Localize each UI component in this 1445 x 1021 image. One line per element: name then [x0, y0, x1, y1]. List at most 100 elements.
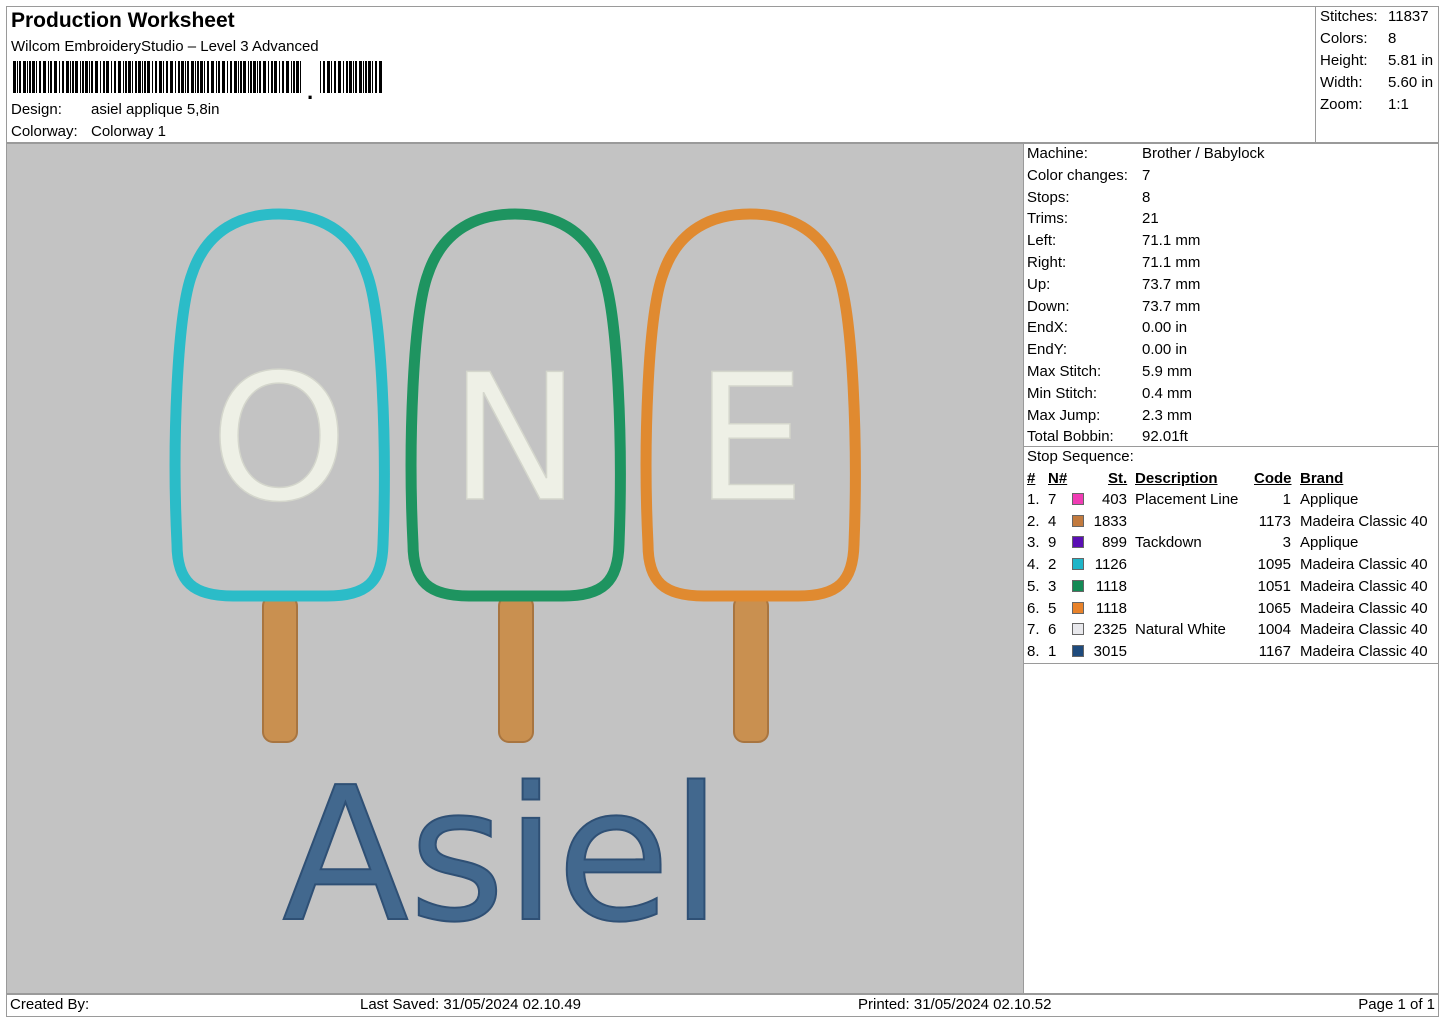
colorway-row: Colorway: Colorway 1	[11, 123, 166, 140]
needle-number: 7	[1048, 491, 1057, 508]
info-label: Max Stitch:	[1027, 363, 1102, 380]
design-label: Design:	[11, 101, 62, 118]
info-label: EndY:	[1027, 341, 1068, 359]
stitch-count: 1126	[1094, 556, 1127, 574]
stat-stitches: Stitches: 11837	[1320, 8, 1429, 25]
color-swatch	[1072, 536, 1084, 549]
col-header-num: #	[1027, 470, 1036, 487]
thread-code: 3	[1282, 534, 1291, 552]
info-row: Left: 71.1 mm	[1027, 232, 1200, 249]
row-number: 8.	[1027, 642, 1040, 660]
stat-label: Colors:	[1320, 30, 1368, 47]
thread-code: 1	[1282, 491, 1291, 508]
stat-label: Width:	[1320, 74, 1363, 91]
info-row: Machine: Brother / Babylock	[1027, 145, 1265, 162]
stop-sequence-title: Stop Sequence:	[1027, 448, 1134, 465]
stitch-count: 403	[1101, 491, 1127, 508]
printed-date: Printed: 31/05/2024 02.10.52	[858, 996, 1052, 1013]
info-label: Machine:	[1027, 145, 1088, 162]
stitch-count: 1833	[1093, 512, 1127, 530]
machine-info-panel: Machine: Brother / Babylock Color changes:…	[1023, 143, 1439, 995]
stitch-count: 1118	[1095, 577, 1127, 595]
header-main: Production Worksheet Wilcom EmbroiderySt…	[7, 7, 1315, 142]
stat-value: 5.81 in	[1388, 52, 1434, 69]
color-swatch	[1072, 579, 1084, 592]
software-name: Wilcom EmbroideryStudio – Level 3 Advanc…	[11, 38, 319, 55]
stat-zoom: Zoom: 1:1	[1320, 96, 1409, 113]
thread-brand: Madeira Classic 40	[1300, 556, 1428, 574]
design-letter-o: O	[210, 338, 348, 541]
needle-number: 3	[1048, 577, 1057, 595]
row-number: 4.	[1027, 556, 1040, 574]
info-row: Right: 71.1 mm	[1027, 254, 1200, 271]
thread-code: 1173	[1258, 512, 1291, 530]
design-preview: O N E Asiel	[6, 143, 1024, 995]
thread-description: Placement Line	[1135, 491, 1239, 508]
needle-number: 9	[1048, 534, 1057, 552]
info-row: Down: 73.7 mm	[1027, 298, 1200, 315]
info-row: Trims: 21	[1027, 210, 1159, 227]
info-label: Trims:	[1027, 210, 1069, 228]
barcode-icon: ,	[13, 61, 382, 99]
info-value: Brother / Babylock	[1142, 145, 1265, 162]
thread-brand: Madeira Classic 40	[1300, 599, 1428, 617]
info-value: 71.1 mm	[1142, 232, 1201, 250]
stat-width: Width: 5.60 in	[1320, 74, 1433, 91]
info-value: 73.7 mm	[1142, 275, 1201, 293]
col-header-n: N#	[1048, 470, 1068, 487]
divider	[1024, 663, 1438, 664]
info-row: Color changes: 7	[1027, 167, 1150, 184]
info-row: EndY: 0.00 in	[1027, 341, 1187, 358]
info-label: EndX:	[1027, 319, 1068, 337]
stitch-count: 3015	[1093, 642, 1127, 660]
design-value: asiel applique 5,8in	[91, 101, 220, 118]
info-row: Min Stitch: 0.4 mm	[1027, 385, 1192, 402]
info-row: EndX: 0.00 in	[1027, 319, 1187, 336]
popsicle-stick	[498, 595, 534, 743]
thread-code: 1095	[1257, 556, 1291, 574]
design-row: Design: asiel applique 5,8in	[11, 101, 219, 118]
stitch-count: 2325	[1093, 621, 1127, 639]
stitch-count: 1118	[1095, 599, 1127, 617]
design-name: Asiel	[282, 747, 722, 963]
info-value: 7	[1142, 166, 1151, 184]
info-label: Right:	[1027, 254, 1067, 271]
info-value: 71.1 mm	[1142, 254, 1201, 271]
thread-brand: Madeira Classic 40	[1300, 577, 1428, 595]
info-row: Total Bobbin: 92.01ft	[1027, 428, 1188, 445]
info-row: Stops: 8	[1027, 189, 1150, 206]
needle-number: 4	[1048, 512, 1057, 530]
info-row: Max Stitch: 5.9 mm	[1027, 363, 1192, 380]
info-value: 5.9 mm	[1142, 363, 1193, 380]
row-number: 7.	[1027, 621, 1040, 639]
design-stats: Stitches: 11837 Colors: 8 Height: 5.81 in W…	[1315, 7, 1440, 142]
thread-code: 1051	[1257, 577, 1291, 595]
stat-value: 11837	[1388, 8, 1429, 25]
row-number: 2.	[1027, 512, 1040, 530]
col-header-st: St.	[1108, 470, 1128, 487]
info-value: 21	[1142, 210, 1159, 228]
page-number: Page 1 of 1	[1358, 996, 1435, 1013]
last-saved: Last Saved: 31/05/2024 02.10.49	[360, 996, 582, 1013]
info-value: 2.3 mm	[1142, 406, 1193, 424]
thread-code: 1065	[1257, 599, 1291, 617]
color-swatch	[1072, 601, 1084, 614]
info-label: Total Bobbin:	[1027, 428, 1114, 446]
info-value: 73.7 mm	[1142, 297, 1201, 315]
popsicle-stick	[733, 595, 769, 743]
info-label: Stops:	[1027, 188, 1070, 206]
thread-code: 1167	[1258, 642, 1291, 660]
needle-number: 6	[1048, 621, 1057, 639]
popsicle-stick	[262, 595, 298, 743]
row-number: 1.	[1027, 491, 1040, 508]
row-number: 5.	[1027, 577, 1040, 595]
row-number: 6.	[1027, 599, 1040, 617]
row-number: 3.	[1027, 534, 1040, 552]
col-header-code: Code	[1254, 470, 1292, 487]
info-label: Min Stitch:	[1027, 384, 1098, 402]
stat-label: Zoom:	[1320, 96, 1363, 113]
stat-height: Height: 5.81 in	[1320, 52, 1433, 69]
thread-brand: Madeira Classic 40	[1300, 621, 1428, 639]
info-label: Left:	[1027, 232, 1057, 250]
thread-description: Tackdown	[1135, 534, 1202, 552]
